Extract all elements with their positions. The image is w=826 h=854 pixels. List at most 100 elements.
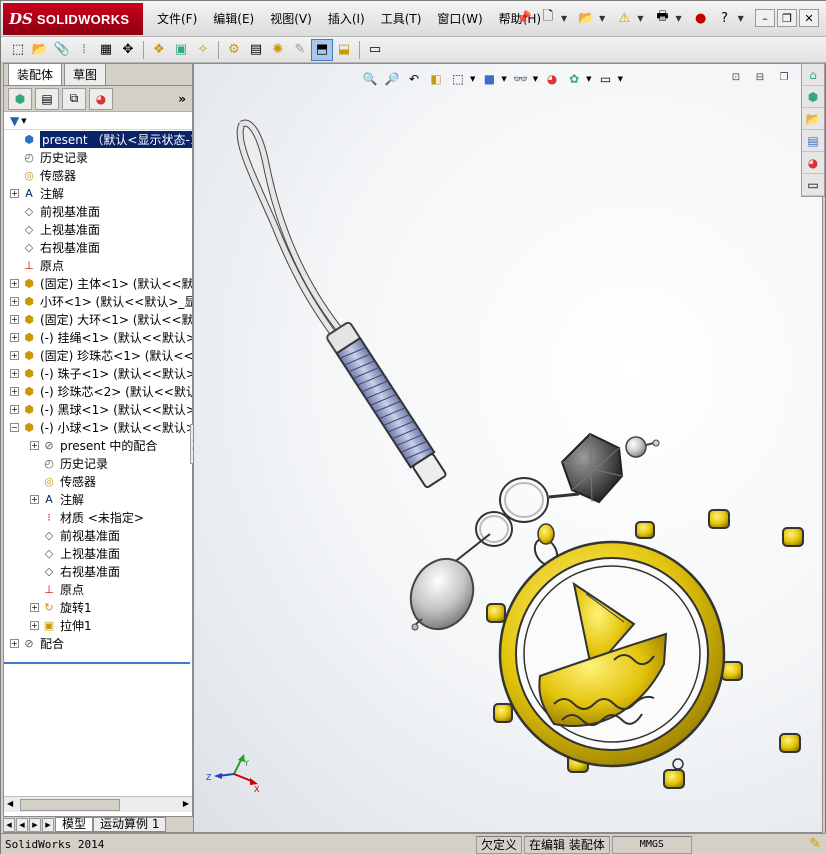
next-tab-icon[interactable]: ▶: [29, 817, 41, 832]
custom-properties-icon[interactable]: ▭: [802, 174, 824, 196]
hide-show-items-icon[interactable]: 👓: [511, 70, 531, 88]
scrollbar-thumb[interactable]: [20, 799, 120, 811]
menu-insert[interactable]: 插入(I): [320, 10, 373, 28]
tab-assembly[interactable]: 装配体: [8, 63, 63, 85]
menu-window[interactable]: 窗口(W): [429, 10, 490, 28]
tree-node[interactable]: ◇ 上视基准面: [30, 544, 120, 562]
prev-tab-icon[interactable]: ◀: [16, 817, 28, 832]
tree-node[interactable]: ◴ 历史记录: [30, 454, 108, 472]
previous-view-icon[interactable]: ↶: [404, 70, 424, 88]
view-settings-dropdown-icon[interactable]: ▼: [618, 75, 623, 83]
tree-node[interactable]: ◇ 右视基准面: [10, 238, 100, 256]
expand-icon[interactable]: +: [10, 296, 19, 306]
expand-icon[interactable]: +: [30, 602, 39, 612]
show-hidden-icon[interactable]: ❖: [148, 39, 170, 61]
move-component-icon[interactable]: ✥: [117, 39, 139, 61]
expand-icon[interactable]: +: [10, 404, 19, 414]
quick-tips-icon[interactable]: ✎: [809, 836, 821, 852]
display-manager-icon[interactable]: ◕: [89, 87, 113, 110]
tree-node[interactable]: + ⬢ (固定) 主体<1> (默认<<默认: [10, 274, 192, 292]
insert-component-icon[interactable]: ⬚: [7, 39, 29, 61]
tree-node[interactable]: − ⬢ (-) 小球<1> (默认<<默认>: [10, 418, 192, 436]
tree-node[interactable]: + ⬢ (固定) 珍珠芯<1> (默认<<默: [10, 346, 192, 364]
expand-icon[interactable]: +: [30, 494, 39, 504]
apply-scene-dropdown-icon[interactable]: ▼: [586, 75, 591, 83]
rebuild-dropdown-icon[interactable]: ▼: [637, 14, 643, 23]
edit-appearance-icon[interactable]: ◕: [542, 70, 562, 88]
expand-icon[interactable]: +: [30, 440, 39, 450]
tree-node[interactable]: ◴ 历史记录: [10, 148, 88, 166]
apply-scene-icon[interactable]: ✿: [564, 70, 584, 88]
tree-node[interactable]: + ⬢ (-) 珠子<1> (默认<<默认>: [10, 364, 192, 382]
print-dropdown-icon[interactable]: ▼: [675, 14, 681, 23]
print-icon[interactable]: 🖶: [651, 7, 673, 29]
traffic-light-icon[interactable]: ●: [690, 7, 712, 29]
menu-tools[interactable]: 工具(T): [373, 10, 430, 28]
restore-icon[interactable]: ❐: [777, 9, 797, 27]
tree-node[interactable]: ⊥ 原点: [30, 580, 84, 598]
tree-node[interactable]: ⁝ 材质 <未指定>: [30, 508, 144, 526]
expand-icon[interactable]: +: [10, 386, 19, 396]
tree-node[interactable]: ◇ 上视基准面: [10, 220, 100, 238]
tree-node[interactable]: + ▣ 拉伸1: [30, 616, 92, 634]
tree-node[interactable]: ◇ 右视基准面: [30, 562, 120, 580]
appearances-icon[interactable]: ◕: [802, 152, 824, 174]
scroll-right-icon[interactable]: ▶: [183, 799, 189, 808]
open-file-icon[interactable]: 📂: [575, 7, 597, 29]
expand-icon[interactable]: +: [10, 638, 19, 648]
reference-geometry-icon[interactable]: ✧: [192, 39, 214, 61]
feature-manager-icon[interactable]: ⬢: [8, 87, 32, 110]
expand-icon[interactable]: +: [10, 350, 19, 360]
zoom-to-fit-icon[interactable]: 🔍: [360, 70, 380, 88]
solidworks-logo[interactable]: DS SOLIDWORKS: [3, 3, 143, 35]
tree-node[interactable]: ◇ 前视基准面: [10, 202, 100, 220]
viewport-restore-icon[interactable]: ⊡: [728, 70, 744, 84]
tree-node[interactable]: + ⬢ 小环<1> (默认<<默认>_显示: [10, 292, 192, 310]
last-tab-icon[interactable]: ▶: [42, 817, 54, 832]
tree-node[interactable]: + ↻ 旋转1: [30, 598, 92, 616]
expand-icon[interactable]: +: [10, 188, 19, 198]
model-render[interactable]: [194, 64, 823, 833]
help-dropdown-icon[interactable]: ▼: [738, 14, 744, 23]
display-style-dropdown-icon[interactable]: ▼: [501, 75, 506, 83]
new-file-icon[interactable]: 🗋: [537, 7, 559, 29]
viewport-maximize-icon[interactable]: ❐: [776, 70, 792, 84]
tab-motion-study[interactable]: 运动算例 1: [93, 817, 167, 832]
tree-node[interactable]: ⬢ present （默认<显示状态-1>）: [10, 130, 192, 148]
expand-icon[interactable]: +: [10, 278, 19, 288]
section-view-icon[interactable]: ◧: [426, 70, 446, 88]
menu-edit[interactable]: 编辑(E): [205, 10, 262, 28]
collapse-icon[interactable]: −: [10, 422, 19, 432]
explode-line-icon[interactable]: ✎: [289, 39, 311, 61]
design-library-icon[interactable]: ⬢: [802, 86, 824, 108]
horizontal-scrollbar[interactable]: ◀ ▶: [4, 796, 192, 812]
tree-node[interactable]: + ⬢ (-) 挂绳<1> (默认<<默认>: [10, 328, 192, 346]
filter-dropdown-icon[interactable]: ▼: [21, 117, 26, 125]
property-manager-icon[interactable]: ▤: [35, 87, 59, 110]
tree-node[interactable]: ◎ 传感器: [10, 166, 76, 184]
tree-node[interactable]: ◎ 传感器: [30, 472, 96, 490]
tree-node[interactable]: + ⬢ (固定) 大环<1> (默认<<默认: [10, 310, 192, 328]
filter-icon[interactable]: ▼: [10, 114, 19, 128]
file-explorer-icon[interactable]: 📂: [802, 108, 824, 130]
open-file-dropdown-icon[interactable]: ▼: [599, 14, 605, 23]
linear-pattern-icon[interactable]: ▦: [95, 39, 117, 61]
tree-node[interactable]: + ⊘ 配合: [10, 634, 64, 652]
first-tab-icon[interactable]: ◀: [3, 817, 15, 832]
status-units[interactable]: MMGS: [611, 835, 692, 854]
exploded-view-icon[interactable]: ✺: [267, 39, 289, 61]
menu-view[interactable]: 视图(V): [262, 10, 320, 28]
close-icon[interactable]: ✕: [799, 9, 819, 27]
bill-of-materials-icon[interactable]: ▤: [245, 39, 267, 61]
help-icon[interactable]: ?: [714, 7, 736, 29]
tree-node[interactable]: + ⬢ (-) 黑球<1> (默认<<默认>: [10, 400, 192, 418]
graphics-area[interactable]: 🔍 🔎 ↶ ◧ ⬚▼ ■▼ 👓▼ ◕ ✿▼ ▭▼ ⊡ ⊟ ❐ ✕ Y X Z: [193, 63, 823, 833]
view-orientation-icon[interactable]: ⬚: [448, 70, 468, 88]
tree-node[interactable]: + A 注解: [10, 184, 64, 202]
configuration-manager-icon[interactable]: ⧉: [62, 87, 86, 110]
minimize-icon[interactable]: –: [755, 9, 775, 27]
hide-show-dropdown-icon[interactable]: ▼: [533, 75, 538, 83]
view-settings-icon[interactable]: ▭: [596, 70, 616, 88]
tree-node[interactable]: ◇ 前视基准面: [30, 526, 120, 544]
rebuild-warning-icon[interactable]: ⚠: [613, 7, 635, 29]
